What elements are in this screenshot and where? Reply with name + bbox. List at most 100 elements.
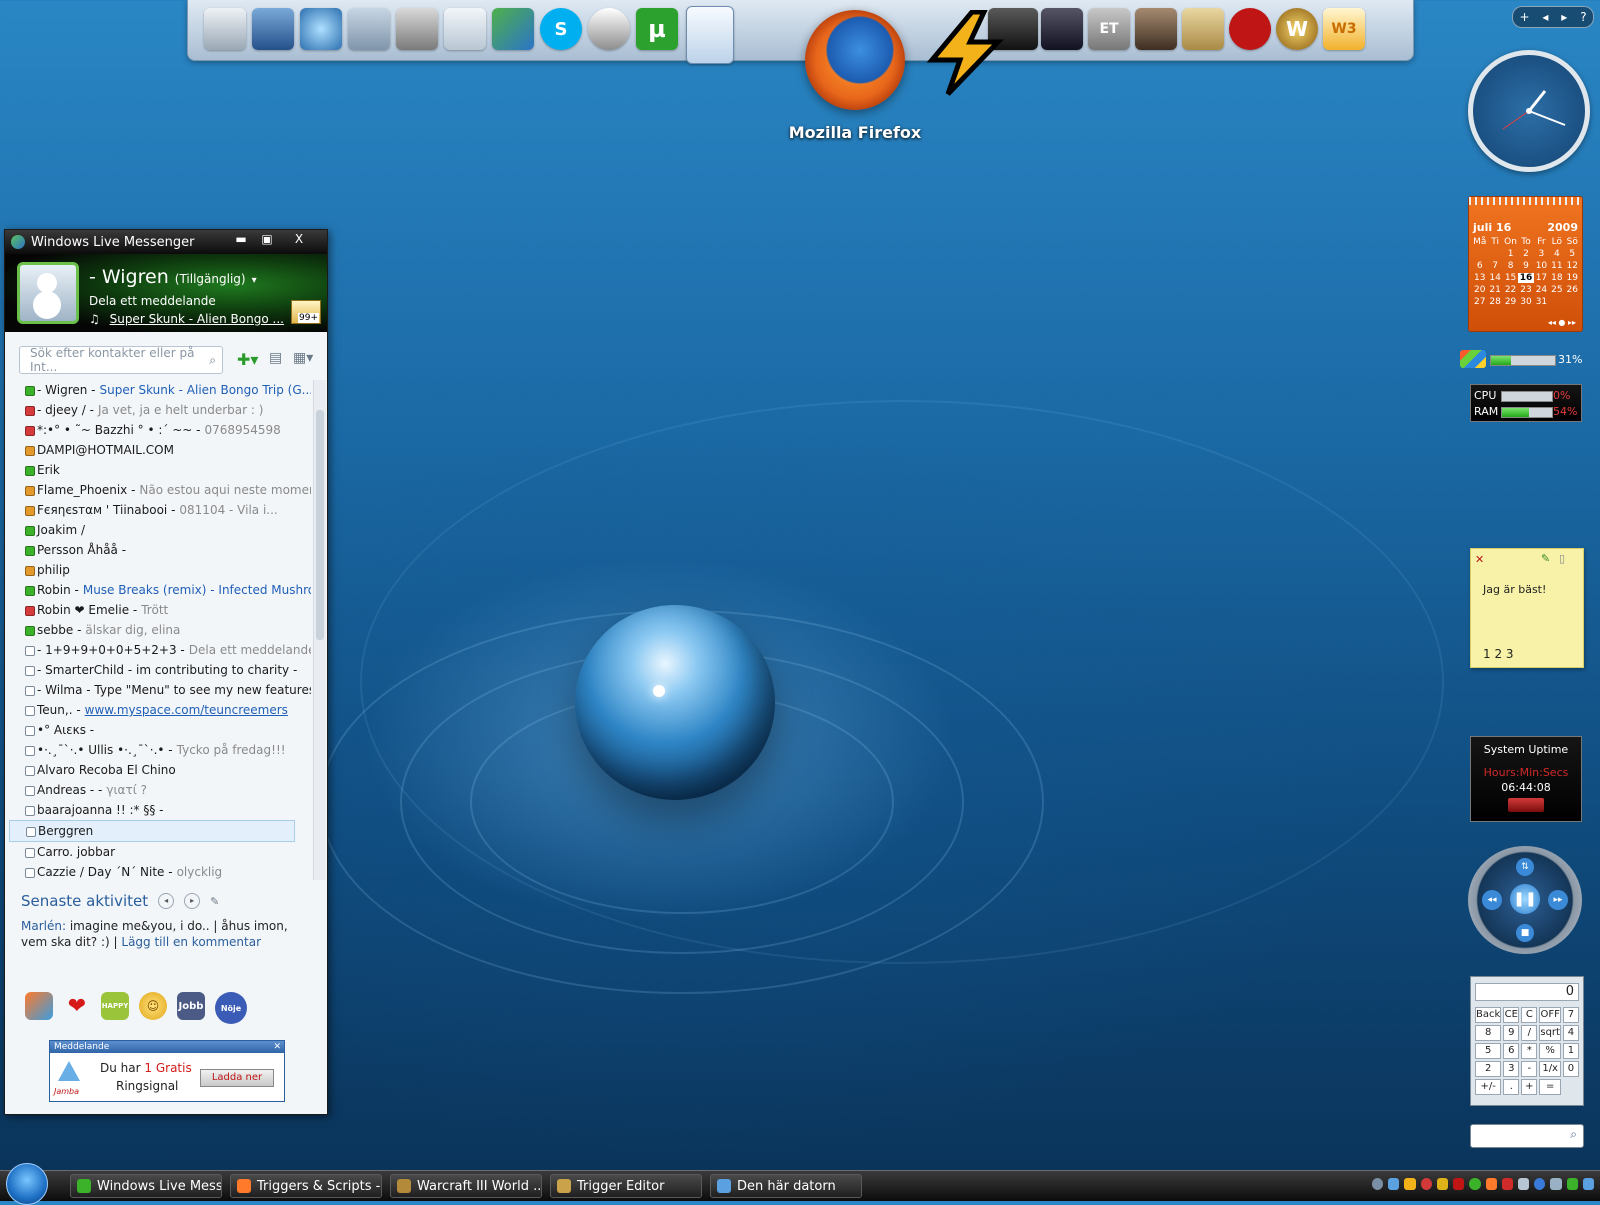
- calendar-day[interactable]: 26: [1565, 285, 1580, 295]
- taskbar-button[interactable]: Windows Live Mess...: [70, 1174, 222, 1198]
- tray-flag-icon[interactable]: [1566, 1178, 1578, 1190]
- contact-list-item[interactable]: Fєяηєѕтαм ' Tiinabooi -081104 - Vila i..…: [5, 500, 311, 520]
- calendar-day[interactable]: 28: [1487, 297, 1502, 307]
- monitor-icon[interactable]: [252, 8, 294, 50]
- calculator-key[interactable]: %: [1539, 1043, 1561, 1059]
- calendar-day[interactable]: 22: [1503, 285, 1518, 295]
- tray-bolt-icon[interactable]: [1404, 1178, 1416, 1190]
- cpu-ram-gadget[interactable]: CPU 0% RAM 54%: [1470, 384, 1582, 422]
- portrait-icon[interactable]: [1135, 8, 1177, 50]
- calculator-key[interactable]: Back: [1475, 1007, 1502, 1023]
- tray-error-icon[interactable]: [1420, 1178, 1432, 1190]
- winamp-icon[interactable]: [922, 10, 1008, 96]
- tray-pen-icon[interactable]: [1550, 1178, 1562, 1190]
- layout-toggle-button[interactable]: ▤: [269, 350, 285, 368]
- wrench-icon[interactable]: ✎: [210, 895, 219, 908]
- options-menu-button[interactable]: ▦▾: [293, 350, 317, 368]
- calendar-day[interactable]: 18: [1549, 273, 1564, 283]
- calendar-day[interactable]: 25: [1549, 285, 1564, 295]
- game-icon[interactable]: [1041, 8, 1083, 50]
- calculator-key[interactable]: 1: [1562, 1043, 1579, 1059]
- contact-list-item[interactable]: Flame_Phoenix - Não estou aqui neste mome…: [5, 480, 311, 500]
- contact-link[interactable]: www.myspace.com/teuncreemers: [85, 703, 288, 717]
- minimize-button[interactable]: ▬: [229, 232, 253, 248]
- calendar-day[interactable]: 17: [1534, 273, 1549, 283]
- tray-shield-icon[interactable]: [1436, 1178, 1449, 1190]
- note-edit-icon[interactable]: ✎: [1541, 552, 1550, 565]
- heart-icon[interactable]: ❤: [63, 992, 91, 1020]
- calendar-day[interactable]: 21: [1487, 285, 1502, 295]
- calendar-day[interactable]: 30: [1518, 297, 1533, 307]
- play-pause-button[interactable]: ❚❚: [1510, 884, 1540, 914]
- calculator-key[interactable]: .: [1503, 1079, 1520, 1095]
- calendar-day[interactable]: 8: [1503, 261, 1518, 271]
- calendar-day[interactable]: 14: [1487, 273, 1502, 283]
- calendar-day[interactable]: 6: [1472, 261, 1487, 271]
- noje-icon[interactable]: Nöje: [215, 992, 247, 1024]
- contact-list-item[interactable]: Carro. jobbar: [5, 842, 311, 862]
- calculator-key[interactable]: 3: [1503, 1061, 1520, 1077]
- contact-list-scrollbar[interactable]: [313, 380, 326, 880]
- taskbar-button[interactable]: Trigger Editor: [550, 1174, 702, 1198]
- shuffle-button[interactable]: ⇅: [1516, 858, 1534, 876]
- taskbar-button[interactable]: Triggers & Scripts - ...: [230, 1174, 382, 1198]
- wc3-icon[interactable]: W3: [1323, 8, 1365, 50]
- contact-list-item[interactable]: Alvaro Recoba El Chino: [5, 760, 311, 780]
- note-new-icon[interactable]: ▯: [1559, 552, 1565, 565]
- tray-volume-icon[interactable]: [1517, 1178, 1530, 1190]
- add-comment-link[interactable]: Lägg till en kommentar: [121, 935, 261, 949]
- tray-network-icon[interactable]: [1388, 1178, 1400, 1190]
- tray-ati-icon[interactable]: [1453, 1178, 1465, 1190]
- calculator-key[interactable]: C: [1521, 1007, 1538, 1023]
- calendar-day[interactable]: 10: [1534, 261, 1549, 271]
- calendar-day[interactable]: 5: [1565, 249, 1580, 259]
- network-icon[interactable]: [300, 8, 342, 50]
- tools-icon[interactable]: [396, 8, 438, 50]
- clock-gadget[interactable]: [1468, 50, 1590, 172]
- computer-icon[interactable]: [204, 8, 246, 50]
- dock-help-button[interactable]: ?: [1580, 10, 1586, 24]
- maximize-button[interactable]: ▣: [255, 232, 279, 248]
- calculator-key[interactable]: 9: [1503, 1025, 1520, 1041]
- avatar[interactable]: [17, 262, 79, 324]
- calendar-day[interactable]: 23: [1518, 285, 1533, 295]
- calendar-day[interactable]: 7: [1487, 261, 1502, 271]
- recycle-bin-icon[interactable]: [444, 8, 486, 50]
- garena-icon[interactable]: [1229, 8, 1271, 50]
- calculator-key[interactable]: CE: [1503, 1007, 1520, 1023]
- scrollbar-thumb[interactable]: [316, 410, 324, 640]
- folder-icon[interactable]: [348, 8, 390, 50]
- scroll-icon[interactable]: [1182, 8, 1224, 50]
- utorrent-icon[interactable]: µ: [636, 8, 678, 50]
- contact-list-item[interactable]: DAMPI@HOTMAIL.COM: [5, 440, 311, 460]
- next-track-button[interactable]: ▸▸: [1548, 890, 1568, 910]
- contact-list-item[interactable]: Cazzie / Day ´N´ Nite - olycklig: [5, 862, 311, 880]
- calculator-key[interactable]: sqrt: [1539, 1025, 1561, 1041]
- contact-search-input[interactable]: Sök efter kontakter eller på Int... ⌕: [19, 346, 223, 374]
- calculator-key[interactable]: 5: [1475, 1043, 1502, 1059]
- calculator-key[interactable]: -: [1521, 1061, 1538, 1077]
- calculator-key[interactable]: +: [1521, 1079, 1538, 1095]
- calculator-key[interactable]: *: [1521, 1043, 1538, 1059]
- contact-list-item[interactable]: sebbe - älskar dig, elina: [5, 620, 311, 640]
- mail-icon[interactable]: 99+: [291, 300, 321, 324]
- uptime-reset-button[interactable]: [1508, 798, 1544, 812]
- calculator-key[interactable]: 4: [1562, 1025, 1579, 1041]
- calendar-day[interactable]: 4: [1549, 249, 1564, 259]
- calculator-key[interactable]: =: [1539, 1079, 1561, 1095]
- calendar-day[interactable]: 1: [1503, 249, 1518, 259]
- et-icon[interactable]: ET: [1088, 8, 1130, 50]
- firefox-icon[interactable]: [805, 10, 905, 110]
- ad-download-button[interactable]: Ladda ner: [200, 1069, 274, 1087]
- contact-list-item[interactable]: Andreas - - γιατί ?: [5, 780, 311, 800]
- contact-list-item[interactable]: Berggren: [9, 820, 295, 842]
- contact-list-item[interactable]: baarajoanna !! :* §§ -: [5, 800, 311, 820]
- calendar-day[interactable]: 15: [1503, 273, 1518, 283]
- tray-security-icon[interactable]: [1485, 1178, 1497, 1190]
- stop-button[interactable]: ■: [1516, 924, 1534, 942]
- calculator-key[interactable]: /: [1521, 1025, 1538, 1041]
- prev-track-button[interactable]: ◂◂: [1482, 890, 1502, 910]
- contact-list-item[interactable]: - djeey / - Ja vet, ja e helt underbar : …: [5, 400, 311, 420]
- add-contact-button[interactable]: ✚▾: [237, 350, 259, 369]
- messenger-title-bar[interactable]: Windows Live Messenger ▬ ▣ X: [5, 230, 327, 254]
